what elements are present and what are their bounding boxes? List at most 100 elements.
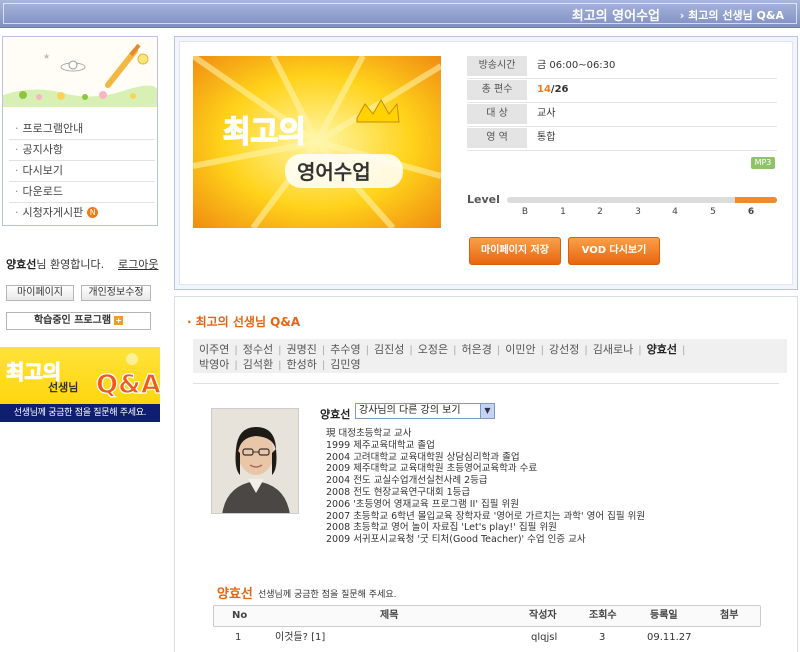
menu-label: 프로그램안내 [22, 122, 84, 135]
col-views: 조회수 [589, 610, 617, 621]
board-teacher-name: 양효선 [217, 587, 253, 602]
menu-item-notice[interactable]: · 공지사항 [9, 140, 155, 161]
row-writer: qlqjsl [531, 632, 558, 643]
teacher-profile: 양효선 강사님의 다른 강의 보기 ▼ 現 대정초등학교 교사 1999 제주교육대… [193, 383, 779, 583]
user-name: 양효선 [6, 258, 37, 271]
breadcrumb[interactable]: › 최고의 선생님 Q&A [680, 7, 784, 23]
level-tick: 5 [710, 207, 716, 217]
info-label: 대 상 [467, 104, 527, 124]
menu-label: 공지사항 [22, 143, 63, 156]
col-title: 제목 [380, 610, 399, 621]
tab-separator: | [540, 345, 544, 356]
career-line: 2007 초등학교 6학년 몰입교육 장학자료 '영어로 가르치는 과학' 영어… [326, 510, 646, 522]
career-line: 2009 서귀포시교육청 '굿 티처(Good Teacher)' 수업 인증 … [326, 534, 586, 546]
section-title: · 최고의 선생님 Q&A [187, 313, 300, 330]
tab-teacher[interactable]: 권명진 [287, 342, 317, 357]
menu-item-download[interactable]: · 다운로드 [9, 182, 155, 203]
learning-programs-button[interactable]: 학습중인 프로그램 + [6, 312, 151, 330]
tab-separator: | [321, 360, 326, 371]
level-tick: 6 [747, 207, 755, 217]
mp3-badge[interactable]: MP3 [751, 157, 775, 169]
tab-separator: | [278, 345, 282, 356]
tab-teacher[interactable]: 김석환 [243, 357, 273, 372]
col-attach: 첨부 [720, 610, 739, 621]
welcome-suffix: 님 환영합니다. [36, 258, 105, 271]
career-line: 現 대정초등학교 교사 [326, 428, 412, 439]
current-episode: 14 [537, 84, 551, 95]
qa-banner[interactable]: 최고의 선생님 Q&A 선생님께 궁금한 점을 질문해 주세요. [0, 347, 160, 422]
tab-separator: | [409, 345, 413, 356]
tab-teacher[interactable]: 이주연 [199, 342, 229, 357]
left-menu-box: ★ · 프로그램안내 · 공지사항 · 다시보기 · 다운로드 · 시청자게시판 N [2, 36, 158, 226]
tab-teacher[interactable]: 이민안 [505, 342, 535, 357]
tab-teacher[interactable]: 김새로나 [593, 342, 633, 357]
logo-line-2: 영어수업 [297, 160, 371, 184]
tab-teacher[interactable]: 양효선 [647, 342, 677, 357]
top-header-bar: 최고의 영어수업 › 최고의 선생님 Q&A [0, 0, 800, 28]
welcome-text: 양효선님 환영합니다. [6, 256, 104, 272]
row-views: 3 [599, 632, 606, 643]
select-value: 강사님의 다른 강의 보기 [359, 405, 461, 416]
logout-link[interactable]: 로그아웃 [118, 256, 158, 272]
teacher-photo [211, 408, 299, 514]
new-badge: N [87, 207, 99, 218]
save-to-mypage-button[interactable]: 마이페이지 저장 [469, 237, 561, 265]
info-value: 통합 [537, 132, 556, 143]
level-tick: 4 [672, 207, 678, 217]
edit-profile-button[interactable]: 개인정보수정 [81, 285, 151, 301]
row-title-link[interactable]: 이것들? [1] [275, 627, 325, 649]
tab-separator: | [496, 345, 501, 356]
menu-item-viewer-board[interactable]: · 시청자게시판 N [9, 203, 155, 224]
menu-label: 시청자게시판 [22, 206, 84, 219]
info-row-airtime: 방송시간 금 06:00~06:30 [467, 56, 777, 79]
level-label: Level [467, 193, 500, 206]
col-date: 등록일 [650, 610, 678, 621]
info-label: 영 역 [467, 128, 527, 148]
tab-teacher[interactable]: 정수선 [243, 342, 273, 357]
tab-teacher[interactable]: 김민영 [330, 357, 360, 372]
tab-separator: | [234, 360, 238, 371]
vod-replay-button[interactable]: VOD 다시보기 [568, 237, 660, 265]
tab-separator: | [453, 345, 457, 356]
menu-item-replay[interactable]: · 다시보기 [9, 161, 155, 182]
career-line: 2004 고려대학교 교육대학원 상담심리학과 졸업 [326, 451, 520, 463]
info-row-target: 대 상 교사 [467, 104, 777, 127]
program-thumbnail: 최고의 영어수업 [193, 56, 441, 228]
career-line: 2008 초등학교 영어 놀이 자료집 'Let's play!' 집필 위원 [326, 522, 557, 534]
career-line: 2006 '초등영어 영재교육 프로그램 II' 집필 위원 [326, 498, 519, 510]
career-list: 現 대정초등학교 교사 1999 제주교육대학교 졸업 2004 고려대학교 교육대… [326, 428, 776, 546]
tab-separator: | [638, 345, 642, 356]
tab-teacher[interactable]: 허은경 [462, 342, 492, 357]
table-row[interactable]: 1 이것들? [1] qlqjsl 3 09.11.27 [213, 627, 761, 649]
mypage-button[interactable]: 마이페이지 [6, 285, 74, 301]
page-title: 최고의 영어수업 [571, 9, 660, 24]
info-row-area: 영 역 통합 [467, 128, 777, 151]
level-fill [735, 197, 777, 203]
plus-icon: + [114, 316, 124, 325]
menu-item-program-info[interactable]: · 프로그램안내 [9, 119, 155, 140]
tab-teacher[interactable]: 박영아 [199, 357, 229, 372]
table-header: No 제목 작성자 조회수 등록일 첨부 [213, 605, 761, 627]
row-no: 1 [235, 632, 242, 643]
tab-separator: | [681, 345, 686, 356]
svg-text:★: ★ [43, 52, 50, 61]
level-ticks: B 1 2 3 4 5 6 [507, 207, 777, 221]
tab-separator: | [321, 345, 326, 356]
tab-teacher[interactable]: 김진성 [374, 342, 404, 357]
logo-line-1: 최고의 [223, 115, 306, 150]
tab-teacher[interactable]: 한성하 [287, 357, 317, 372]
info-label: 방송시간 [467, 56, 527, 76]
tab-teacher[interactable]: 추수영 [330, 342, 360, 357]
teacher-name: 양효선 [320, 408, 351, 421]
learning-label: 학습중인 프로그램 [33, 315, 112, 326]
tab-teacher[interactable]: 오정은 [418, 342, 448, 357]
menu-label: 다시보기 [22, 164, 63, 177]
tab-teacher[interactable]: 강선정 [549, 342, 579, 357]
info-value: 14/26 [537, 80, 569, 100]
tab-separator: | [365, 345, 369, 356]
other-lectures-select[interactable]: 강사님의 다른 강의 보기 ▼ [355, 403, 495, 419]
tab-separator: | [278, 360, 282, 371]
banner-caption: 선생님께 궁금한 점을 질문해 주세요. [0, 404, 160, 422]
program-info-box: 최고의 영어수업 방송시간 금 06:00~06:30 총 편수 14/26 대… [174, 36, 798, 290]
banner-title-3: Q&A [96, 370, 160, 400]
